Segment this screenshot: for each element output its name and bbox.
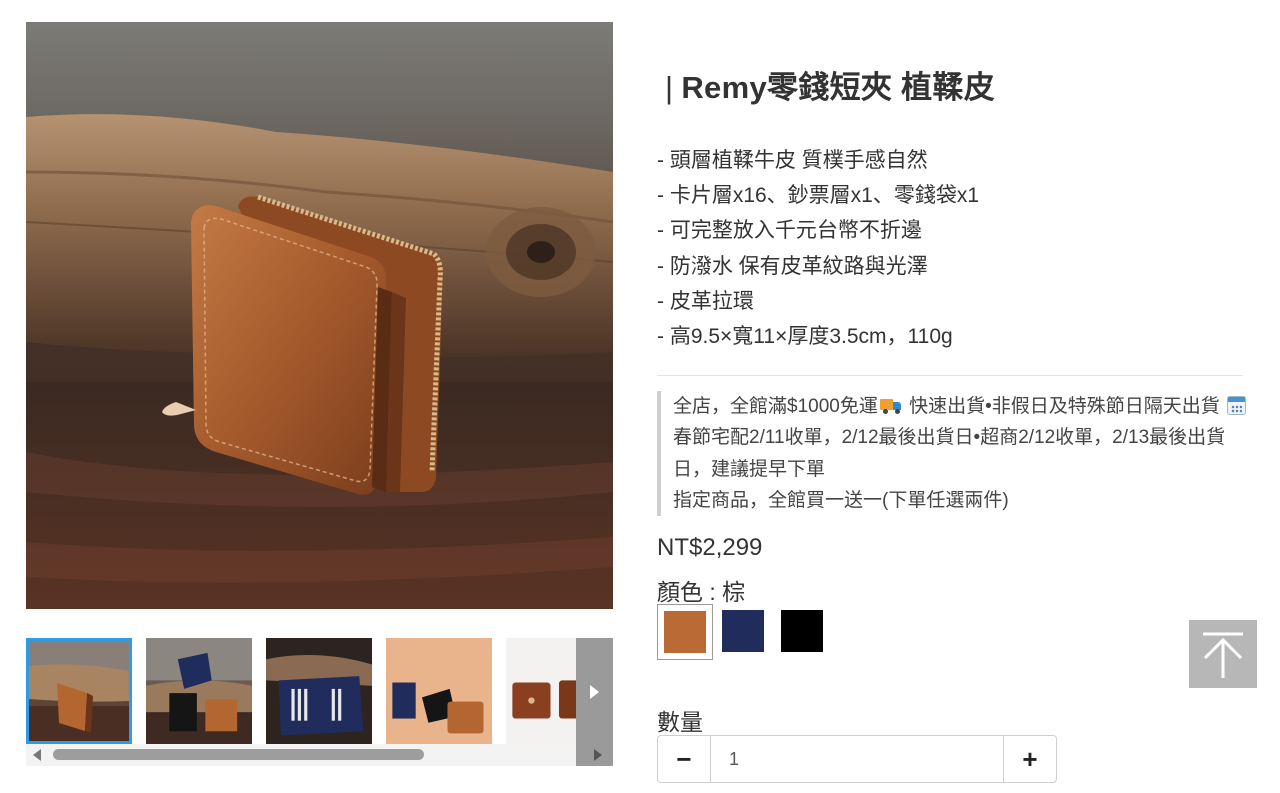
back-to-top-button[interactable] [1189, 620, 1257, 688]
quantity-label: 數量 [657, 709, 703, 735]
thumbnail-next-button[interactable] [576, 638, 613, 766]
promo-line-shipping: 全店，全館滿$1000免運 快速出貨•非假日及特殊節日隔天出貨 春節宅配2/11… [673, 391, 1253, 485]
swatch-fill [664, 611, 706, 653]
arrow-up-icon [1203, 632, 1243, 678]
quantity-input[interactable] [711, 736, 1003, 782]
wallet-photo [26, 22, 613, 609]
feature-item: - 皮革拉環 [657, 289, 754, 313]
promo-free-shipping: 全店，全館滿$1000免運 [673, 396, 878, 417]
feature-item: - 卡片層x16、鈔票層x1、零錢袋x1 [657, 184, 980, 208]
scroll-left-icon[interactable] [33, 749, 41, 761]
scroll-right-icon[interactable] [594, 749, 602, 761]
promo-notice: 全店，全館滿$1000免運 快速出貨•非假日及特殊節日隔天出貨 春節宅配2/11… [657, 391, 1253, 517]
thumbnail-2[interactable] [146, 638, 252, 744]
quantity-increase-button[interactable]: + [1003, 736, 1056, 782]
play-right-icon [590, 685, 599, 699]
promo-fast-shipping: 快速出貨•非假日及特殊節日隔天出貨 [909, 396, 1220, 417]
color-swatch-black[interactable] [775, 604, 831, 660]
product-title-text: Remy零錢短夾 植鞣皮 [681, 70, 996, 105]
swatch-fill [722, 610, 764, 652]
promo-holiday-notice: 春節宅配2/11收單，2/12最後出貨日•超商2/12收單，2/13最後出貨日，… [673, 427, 1226, 480]
thumbnail-image [266, 638, 372, 744]
thumbnail-4[interactable] [386, 638, 492, 744]
thumbnail-scrollbar[interactable] [26, 744, 576, 766]
truck-icon [879, 399, 902, 414]
main-product-image[interactable] [26, 22, 613, 609]
thumbnail-strip [26, 638, 613, 766]
color-swatch-brown[interactable] [657, 604, 713, 660]
quantity-decrease-button[interactable]: − [658, 736, 711, 782]
divider [657, 375, 1243, 376]
quantity-stepper: − + [657, 735, 1057, 783]
color-swatch-navy[interactable] [716, 604, 772, 660]
thumbnail-image [29, 641, 129, 741]
feature-item: - 可完整放入千元台幣不折邊 [657, 219, 922, 243]
promo-line-bogo: 指定商品，全館買一送一(下單任選兩件) [673, 489, 1009, 511]
thumbnail-image [146, 638, 252, 744]
swatch-fill [781, 610, 823, 652]
feature-item: - 防潑水 保有皮革紋路與光澤 [657, 254, 928, 278]
product-price: NT$2,299 [657, 534, 763, 561]
feature-list: - 頭層植鞣牛皮 質樸手感自然 - 卡片層x16、鈔票層x1、零錢袋x1 - 可… [657, 143, 979, 354]
color-label: 顏色 : 棕 [657, 579, 746, 605]
scrollbar-thumb[interactable] [53, 749, 424, 760]
feature-item: - 頭層植鞣牛皮 質樸手感自然 [657, 149, 928, 172]
title-divider: | [665, 70, 674, 105]
calendar-icon [1227, 396, 1247, 415]
feature-item: - 高9.5×寬11×厚度3.5cm，110g [657, 325, 953, 349]
thumbnail-1[interactable] [26, 638, 132, 744]
thumbnail-3[interactable] [266, 638, 372, 744]
thumbnail-image [386, 638, 492, 744]
product-title: | Remy零錢短夾 植鞣皮 [665, 62, 995, 107]
